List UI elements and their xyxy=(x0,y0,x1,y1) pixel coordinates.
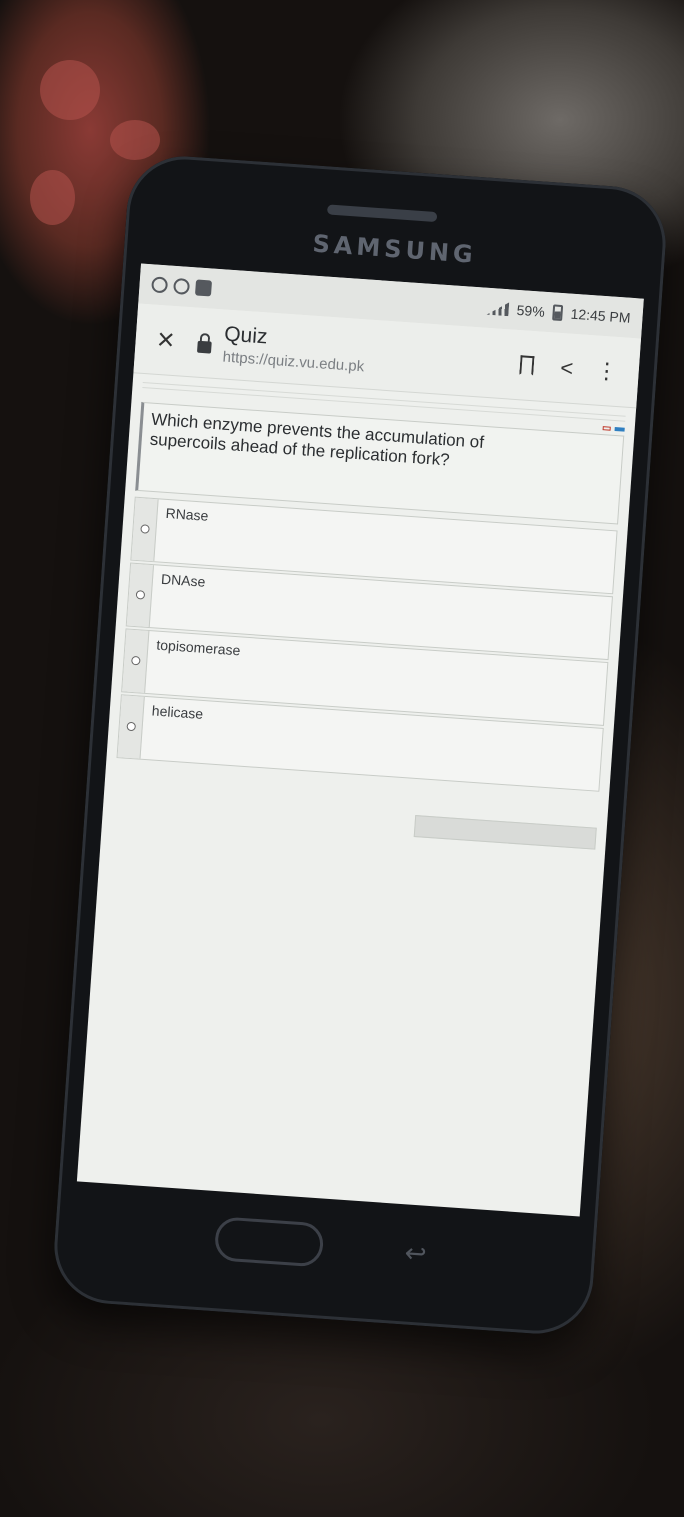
sync-icon xyxy=(173,277,191,295)
timer-badge xyxy=(614,426,625,432)
option-label: RNase xyxy=(165,504,209,524)
more-vert-icon[interactable]: ⋮ xyxy=(585,349,628,392)
option-label: topisomerase xyxy=(155,636,241,659)
v-app-icon xyxy=(194,279,213,297)
quiz-page: Which enzyme prevents the accumulation o… xyxy=(102,373,636,854)
system-indicators: 59% 12:45 PM xyxy=(486,300,631,326)
share-icon[interactable]: < xyxy=(545,347,588,390)
earpiece xyxy=(326,204,438,223)
phone-body: SAMSUNG 59% 12:45 PM × Quiz https://quiz… xyxy=(50,152,670,1338)
radio-button[interactable] xyxy=(125,721,136,732)
timer-box xyxy=(602,426,625,432)
whatsapp-icon xyxy=(151,276,169,294)
close-icon[interactable]: × xyxy=(147,321,185,359)
radio-button[interactable] xyxy=(139,524,150,535)
option-label: helicase xyxy=(151,702,204,722)
battery-percent: 59% xyxy=(516,301,546,320)
phone-wrapper: SAMSUNG 59% 12:45 PM × Quiz https://quiz… xyxy=(0,0,684,1517)
home-button[interactable] xyxy=(213,1216,325,1268)
title-block[interactable]: Quiz https://quiz.vu.edu.pk xyxy=(222,323,508,386)
back-icon[interactable]: ↩ xyxy=(404,1237,428,1269)
battery-icon xyxy=(552,304,564,322)
signal-icon xyxy=(486,301,509,317)
radio-button[interactable] xyxy=(135,590,145,600)
save-answer-button[interactable] xyxy=(413,814,597,850)
notification-icons xyxy=(151,276,213,297)
clock: 12:45 PM xyxy=(570,305,632,326)
radio-button[interactable] xyxy=(130,656,141,666)
phone-screen: 59% 12:45 PM × Quiz https://quiz.vu.edu.… xyxy=(76,263,644,1217)
bookmark-icon[interactable] xyxy=(506,344,549,387)
time-left-label xyxy=(602,426,611,431)
lock-icon xyxy=(197,340,212,354)
option-label: DNAse xyxy=(160,570,206,590)
